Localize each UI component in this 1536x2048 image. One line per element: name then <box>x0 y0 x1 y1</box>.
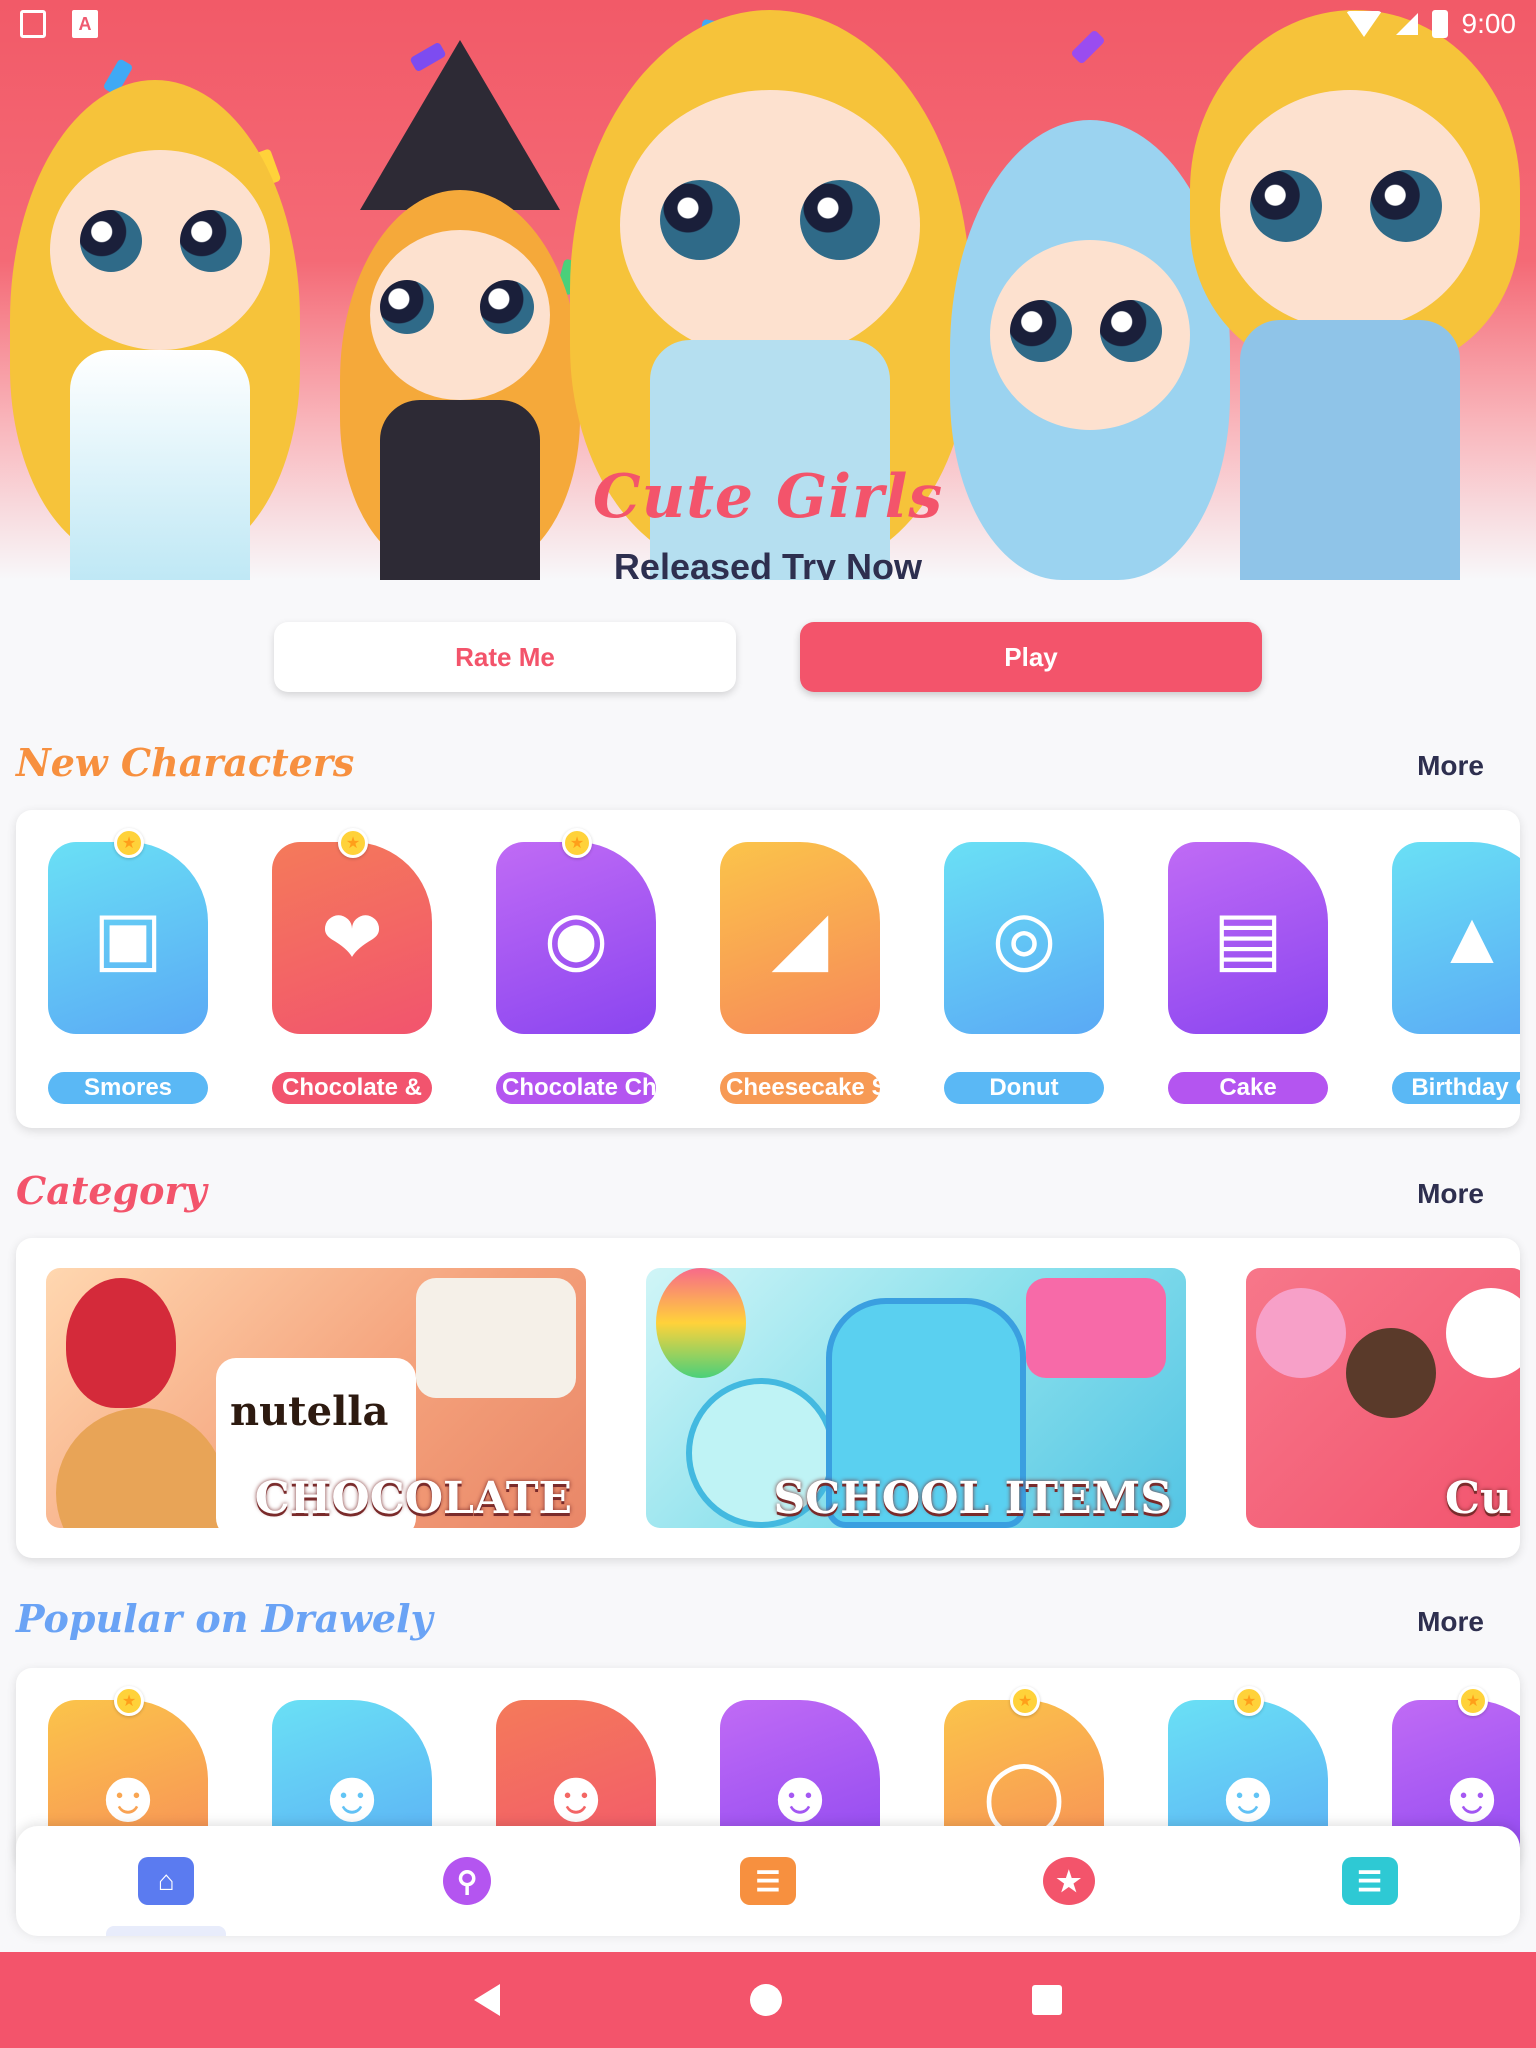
cheesecake-icon: ◢ <box>771 896 829 979</box>
list-item[interactable]: ▤ Cake <box>1168 842 1328 1104</box>
character-tile[interactable]: ▤ <box>1168 842 1328 1034</box>
girl-head-icon <box>1256 1288 1346 1378</box>
cookie-icon: ◉ <box>543 896 609 979</box>
list-item[interactable]: ◎ Donut <box>944 842 1104 1104</box>
list-item[interactable]: ▣ ★ Smores <box>48 828 208 1104</box>
nav-item-home[interactable]: ⌂ <box>16 1826 317 1936</box>
folder-icon: ☰ <box>739 1857 796 1905</box>
character-tile[interactable]: ◎ <box>944 842 1104 1034</box>
donut-icon: ◎ <box>991 896 1057 979</box>
category-label: SCHOOL ITEMS <box>773 1473 1172 1524</box>
princess-girl-icon: ☻ <box>761 1754 839 1837</box>
sd-card-icon <box>20 10 46 38</box>
active-tab-indicator <box>106 1926 227 1936</box>
category-school-items[interactable]: SCHOOL ITEMS <box>646 1268 1186 1528</box>
character-tile[interactable]: ▲ <box>1392 842 1520 1034</box>
marshmello-icon: ◯ <box>982 1754 1066 1837</box>
search-icon: ⚲ <box>443 1857 492 1905</box>
item-label: Smores <box>48 1072 208 1104</box>
star-icon: ★ <box>1042 1857 1095 1905</box>
strawberry-icon: ❤ <box>320 896 383 979</box>
popular-more-link[interactable]: More <box>1417 1606 1484 1638</box>
list-item[interactable]: ❤ ★ Chocolate & <box>272 828 432 1104</box>
section-title-popular: Popular on Drawely <box>16 1596 433 1641</box>
category-chocolate[interactable]: nutella CHOCOLATE <box>46 1268 586 1528</box>
section-title-category: Category <box>16 1168 207 1213</box>
premium-star-icon: ★ <box>114 1686 144 1716</box>
item-label: Cheesecake S <box>720 1072 880 1104</box>
category-list: nutella CHOCOLATE SCHOOL ITEMS Cu <box>46 1268 1520 1528</box>
list-item[interactable]: ◉ ★ Chocolate Ch <box>496 828 656 1104</box>
nav-item-news[interactable]: ☰ <box>1219 1826 1520 1936</box>
category-card: nutella CHOCOLATE SCHOOL ITEMS Cu <box>16 1238 1520 1558</box>
character-tile[interactable]: ▣ <box>48 842 208 1034</box>
premium-star-icon: ★ <box>562 828 592 858</box>
red-dress-girl-icon: ☻ <box>1433 1754 1511 1837</box>
brunette-girl-icon: ☻ <box>313 1754 391 1837</box>
category-cute-girls[interactable]: Cu <box>1246 1268 1520 1528</box>
premium-star-icon: ★ <box>338 828 368 858</box>
ponytail-girl-icon: ☻ <box>537 1754 615 1837</box>
app-root: { "status_bar": { "time": "9:00", "app_i… <box>0 0 1536 2048</box>
rate-me-button[interactable]: Rate Me <box>274 622 736 692</box>
clock: 9:00 <box>1461 8 1517 39</box>
back-icon[interactable] <box>474 1984 500 2016</box>
recents-icon[interactable] <box>1032 1985 1062 2015</box>
new-characters-list: ▣ ★ Smores ❤ ★ Chocolate & ◉ ★ Chocolate Ch ◢ Chee… <box>48 828 1520 1104</box>
section-title-new-characters: New Characters <box>16 740 355 785</box>
pink-hair-girl-icon: ☻ <box>1209 1754 1287 1837</box>
battery-icon <box>1431 10 1448 38</box>
play-button[interactable]: Play <box>800 622 1262 692</box>
cookie-icon <box>56 1408 226 1528</box>
bottom-navigation: ⌂ ⚲ ☰ ★ ☰ <box>16 1826 1520 1936</box>
new-characters-more-link[interactable]: More <box>1417 750 1484 782</box>
category-label: CHOCOLATE <box>254 1473 572 1524</box>
smores-icon <box>416 1278 576 1398</box>
list-icon: ☰ <box>1341 1857 1398 1905</box>
list-item[interactable]: ▲ Birthday C <box>1392 842 1520 1104</box>
item-label: Chocolate & <box>272 1072 432 1104</box>
marshmello-icon <box>1446 1288 1520 1378</box>
strawberry-icon <box>66 1278 176 1408</box>
girl-head-icon <box>1346 1328 1436 1418</box>
smores-icon: ▣ <box>93 896 163 979</box>
hero-subtitle: Released Try Now <box>613 546 923 580</box>
camera-icon <box>1026 1278 1166 1378</box>
system-navigation-bar <box>0 1952 1536 2048</box>
character-tile[interactable]: ❤ <box>272 842 432 1034</box>
signal-icon <box>1395 13 1418 35</box>
cake-icon: ▤ <box>1213 896 1283 979</box>
category-label: Cu <box>1444 1473 1512 1524</box>
premium-star-icon: ★ <box>1458 1686 1488 1716</box>
new-characters-card: ▣ ★ Smores ❤ ★ Chocolate & ◉ ★ Chocolate Ch ◢ Chee… <box>16 810 1520 1128</box>
item-label: Donut <box>944 1072 1104 1104</box>
character-tile[interactable]: ◉ <box>496 842 656 1034</box>
hero-title: Cute Girls <box>592 462 944 532</box>
cupcake-icon: ▲ <box>1435 896 1509 979</box>
app-notification-icon: A <box>72 10 98 38</box>
home-icon: ⌂ <box>138 1857 195 1905</box>
balloon-icon <box>656 1268 746 1378</box>
nav-item-search[interactable]: ⚲ <box>317 1826 618 1936</box>
hero-banner[interactable]: Cute Girls Released Try Now <box>0 0 1536 580</box>
premium-star-icon: ★ <box>114 828 144 858</box>
item-label: Birthday C <box>1392 1072 1520 1104</box>
item-label: Cake <box>1168 1072 1328 1104</box>
category-more-link[interactable]: More <box>1417 1178 1484 1210</box>
home-button-icon[interactable] <box>750 1984 782 2016</box>
premium-star-icon: ★ <box>1234 1686 1264 1716</box>
list-item[interactable]: ◢ Cheesecake S <box>720 842 880 1104</box>
nutella-text: nutella <box>230 1388 389 1435</box>
premium-star-icon: ★ <box>1010 1686 1040 1716</box>
nav-item-favorites[interactable]: ★ <box>918 1826 1219 1936</box>
nav-item-categories[interactable]: ☰ <box>618 1826 919 1936</box>
harley-girl-icon: ☻ <box>89 1754 167 1837</box>
status-bar: A 9:00 <box>0 0 1536 48</box>
wifi-icon <box>1345 11 1382 37</box>
character-tile[interactable]: ◢ <box>720 842 880 1034</box>
item-label: Chocolate Ch <box>496 1072 656 1104</box>
